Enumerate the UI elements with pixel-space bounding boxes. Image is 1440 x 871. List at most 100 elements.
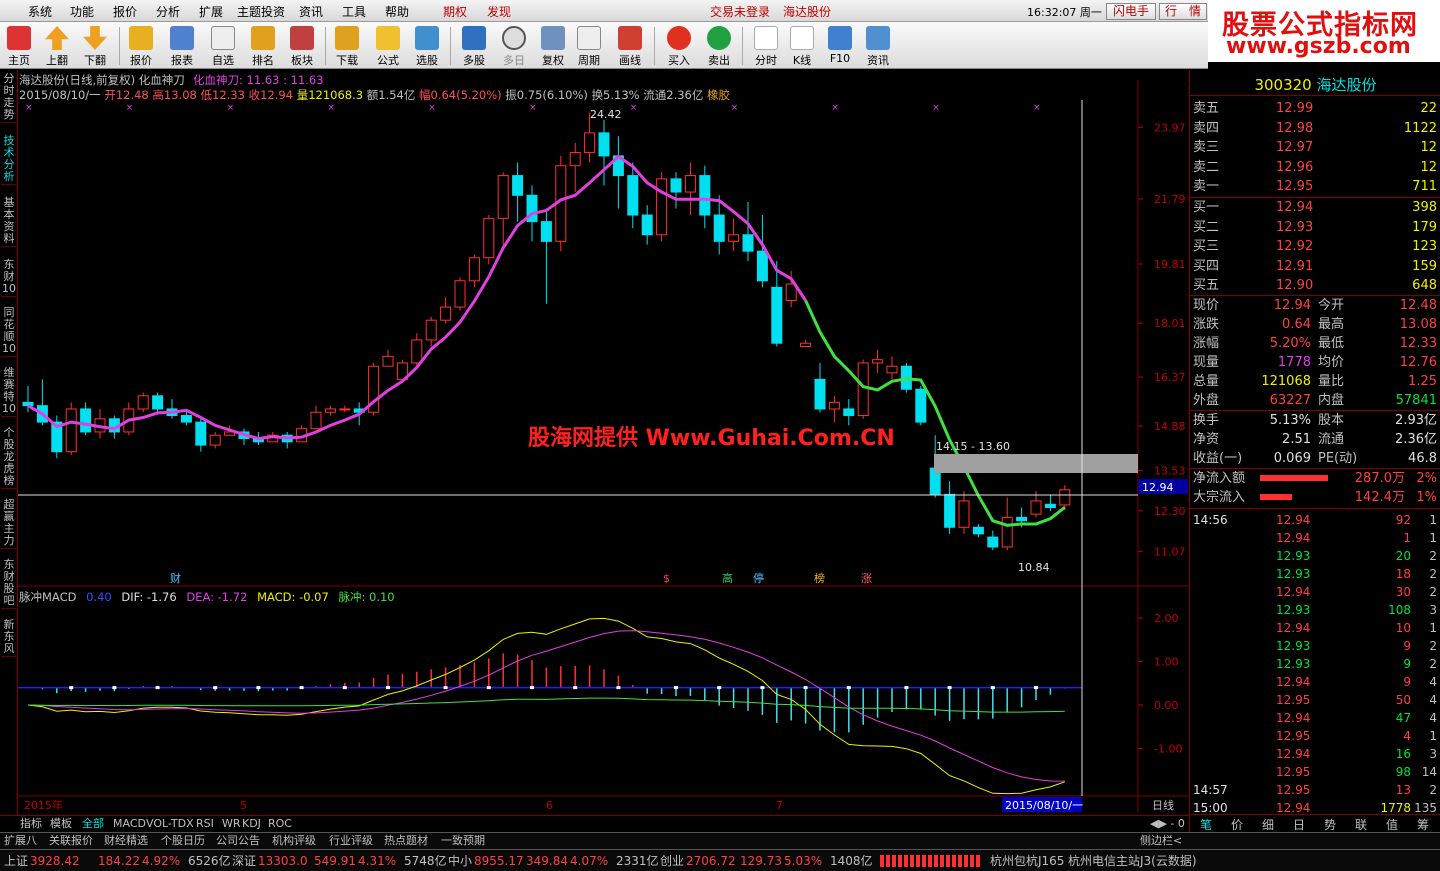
quote-tab-5[interactable]: 联 (1355, 816, 1367, 833)
page-up-button[interactable]: 上翻 (38, 24, 76, 68)
menu-theme[interactable]: 主题投资 (237, 3, 285, 20)
sh-label[interactable]: 上证 (4, 851, 28, 871)
multi-day-button[interactable]: 多日 (495, 24, 533, 68)
tab-macd[interactable]: MACD (113, 816, 146, 832)
menu-news[interactable]: 资讯 (299, 3, 323, 20)
tab-eastmoney[interactable]: 东财10 (1, 258, 17, 297)
quote-tab-7[interactable]: 筹 (1417, 816, 1429, 833)
macd-dot (112, 686, 117, 690)
f10-button[interactable]: F10 (821, 24, 859, 68)
candle-body (670, 178, 682, 193)
adjust-button[interactable]: 复权 (534, 24, 572, 68)
menu-function[interactable]: 功能 (70, 3, 94, 20)
tab-wr[interactable]: WR (222, 816, 241, 832)
tab-related[interactable]: 关联报价 (49, 833, 93, 849)
tab-calendar[interactable]: 个股日历 (161, 833, 205, 849)
flash-trade-button[interactable]: 闪电手 (1106, 3, 1156, 20)
tab-industry[interactable]: 行业评级 (329, 833, 373, 849)
tab-all[interactable]: 全部 (82, 816, 104, 832)
menu-help[interactable]: 帮助 (385, 3, 409, 20)
tab-dragon-tiger[interactable]: 个股龙虎榜 (1, 426, 17, 489)
zoom-controls[interactable]: ◀▶ - 0 (1150, 816, 1185, 832)
tab-rating[interactable]: 机构评级 (272, 833, 316, 849)
side-tabs: 分时走势 技术分析 基本资料 东财10 同花顺10 维赛特10 个股龙虎榜 超赢… (0, 70, 18, 832)
download-button[interactable]: 下载 (328, 24, 366, 68)
tab-indicator[interactable]: 指标 (20, 816, 42, 832)
sell-button[interactable]: 卖出 (700, 24, 738, 68)
kline-button[interactable]: K线 (783, 24, 821, 68)
tab-rsi[interactable]: RSI (196, 816, 214, 832)
menu-quote[interactable]: 报价 (113, 3, 137, 20)
tab-intraday[interactable]: 分时走势 (1, 72, 17, 123)
menu-options[interactable]: 期权 (443, 3, 467, 20)
tab-announce[interactable]: 公司公告 (216, 833, 260, 849)
menu-tools[interactable]: 工具 (342, 3, 366, 20)
tab-finance[interactable]: 财经精选 (104, 833, 148, 849)
tab-template[interactable]: 模板 (50, 816, 72, 832)
quote-button[interactable]: 报价 (122, 24, 160, 68)
tab-new-east[interactable]: 新东风 (1, 618, 17, 657)
y-tick-label-2: 19.81 (1154, 258, 1186, 271)
brand-banner: 股票公式指标网 www.gszb.com (1208, 0, 1440, 62)
candle-body (382, 355, 394, 367)
macd-y-label-0: 2.00 (1154, 612, 1179, 625)
quote-tab-2[interactable]: 细 (1262, 816, 1274, 833)
menu-system[interactable]: 系统 (28, 3, 52, 20)
report-icon (170, 26, 194, 50)
sz-label[interactable]: 深证 (232, 851, 256, 871)
zx-label[interactable]: 中小 (448, 851, 472, 871)
report-button[interactable]: 报表 (163, 24, 201, 68)
intraday-button[interactable]: 分时 (747, 24, 785, 68)
tab-fundamentals[interactable]: 基本资料 (1, 196, 17, 247)
tab-ths[interactable]: 同花顺10 (1, 306, 17, 357)
login-status[interactable]: 交易未登录 (710, 3, 770, 20)
tab-consensus[interactable]: 一致预期 (441, 833, 485, 849)
tab-ext8[interactable]: 扩展八 (4, 833, 37, 849)
tick-row: 12.94 16 3 (1276, 747, 1437, 761)
tab-technical[interactable]: 技术分析 (1, 134, 17, 185)
draw-line-button[interactable]: 画线 (611, 24, 649, 68)
stock-picker-button[interactable]: 选股 (408, 24, 446, 68)
tab-hot[interactable]: 热点题材 (384, 833, 428, 849)
sidebar-toggle[interactable]: 侧边栏< (1140, 833, 1182, 849)
clock: 16:32:07 周一 (1027, 6, 1102, 19)
sz-change: 549.91 (314, 854, 356, 868)
menu-extend[interactable]: 扩展 (199, 3, 223, 20)
ranking-button[interactable]: 排名 (244, 24, 282, 68)
home-button[interactable]: 主页 (0, 24, 38, 68)
server-2[interactable]: 杭州电信主站J3(云数据) (1068, 851, 1197, 871)
page-down-button[interactable]: 下翻 (76, 24, 114, 68)
period-label[interactable]: 日线 (1152, 798, 1174, 812)
cy-label[interactable]: 创业 (660, 851, 684, 871)
server-1[interactable]: 杭州包杭J165 (990, 851, 1064, 871)
quote-tabs: 笔价细日势联值筹 (1190, 814, 1440, 832)
tab-wst[interactable]: 维赛特10 (1, 366, 17, 417)
price-tag-text: 12.94 (1142, 481, 1174, 494)
bid-row: 买一 12.94 398 (1193, 200, 1437, 215)
quote-tab-4[interactable]: 势 (1324, 816, 1336, 833)
formula-button[interactable]: 公式 (369, 24, 407, 68)
period-button[interactable]: 周期 (570, 24, 608, 68)
tab-forum[interactable]: 东财股吧 (1, 558, 17, 609)
menu-analysis[interactable]: 分析 (156, 3, 180, 20)
quote-tab-0[interactable]: 笔 (1200, 816, 1212, 833)
tab-kdj[interactable]: KDJ (242, 816, 261, 832)
buy-button[interactable]: 买入 (660, 24, 698, 68)
quote-tab-6[interactable]: 值 (1386, 816, 1398, 833)
tab-vol[interactable]: VOL-TDX (146, 816, 194, 832)
tick-row: 12.93 18 2 (1276, 567, 1437, 581)
tab-roc[interactable]: ROC (268, 816, 292, 832)
sector-button[interactable]: 板块 (283, 24, 321, 68)
watchlist-button[interactable]: 自选 (204, 24, 242, 68)
tab-main-force[interactable]: 超赢主力 (1, 498, 17, 549)
menu-discover[interactable]: 发现 (487, 3, 511, 20)
macd-dot (486, 686, 491, 690)
market-button[interactable]: 行 情 (1159, 3, 1207, 20)
quote-tab-3[interactable]: 日 (1293, 816, 1305, 833)
multi-stock-button[interactable]: 多股 (455, 24, 493, 68)
quote-tab-1[interactable]: 价 (1231, 816, 1243, 833)
kline-chart[interactable]: 23.97 21.79 19.81 18.01 16.37 14.88 13.53 12.30… (18, 70, 1188, 832)
marker-dollar: $ (663, 572, 670, 585)
news-button[interactable]: 资讯 (859, 24, 897, 68)
marker-x: × (731, 103, 739, 113)
